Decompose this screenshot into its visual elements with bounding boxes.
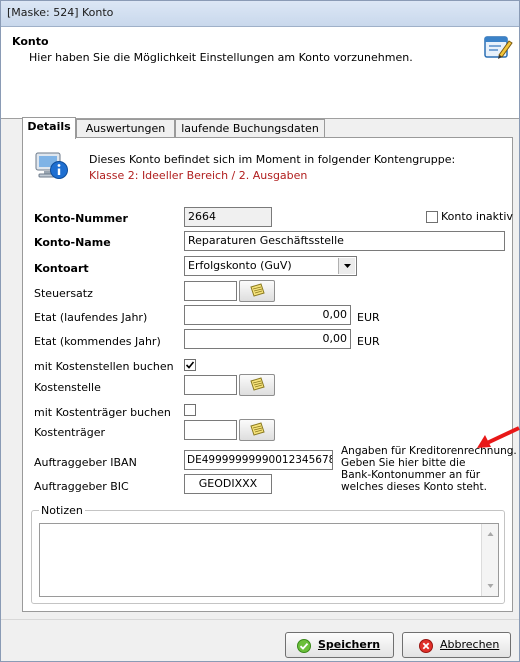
checkmark-icon — [185, 361, 195, 369]
tab-laufende-buchungsdaten-label: laufende Buchungsdaten — [181, 122, 319, 135]
save-button[interactable]: Speichern — [285, 632, 394, 658]
kostenstelle-picker-button[interactable] — [239, 374, 275, 396]
iban-field[interactable]: DE49999999990012345678 — [184, 450, 333, 470]
konto-name-label: Konto-Name — [34, 236, 111, 249]
tab-laufende-buchungsdaten[interactable]: laufende Buchungsdaten — [175, 119, 325, 139]
close-circle-icon — [419, 639, 433, 653]
notepad-icon — [250, 422, 265, 436]
kontoart-label: Kontoart — [34, 262, 89, 275]
konto-inaktiv-checkbox[interactable] — [426, 211, 438, 223]
mit-kostenstellen-label: mit Kostenstellen buchen — [34, 360, 174, 373]
etat-laufend-label: Etat (laufendes Jahr) — [34, 311, 148, 324]
kostenstelle-label: Kostenstelle — [34, 381, 101, 394]
kostentraeger-picker-button[interactable] — [239, 419, 275, 441]
etat-laufend-field[interactable]: 0,00 — [184, 305, 351, 325]
tab-details-label: Details — [27, 120, 71, 133]
cancel-button-label: Abbrechen — [440, 638, 500, 651]
etat-kommend-unit: EUR — [357, 335, 380, 348]
mit-kostenstellen-checkbox[interactable] — [184, 359, 196, 371]
tab-auswertungen[interactable]: Auswertungen — [76, 119, 175, 139]
konto-nummer-label: Konto-Nummer — [34, 212, 128, 225]
kontoart-select[interactable]: Erfolgskonto (GuV) — [184, 256, 357, 276]
iban-hint-line-2: Geben Sie hier bitte die — [341, 457, 466, 469]
iban-hint-line-3: Bank-Kontonummer an für — [341, 469, 481, 481]
computer-info-icon — [34, 149, 70, 183]
mit-kostentraeger-label: mit Kostenträger buchen — [34, 406, 171, 419]
steuersatz-picker-button[interactable] — [239, 280, 275, 302]
iban-label: Auftraggeber IBAN — [34, 456, 137, 469]
save-button-label: Speichern — [318, 638, 381, 651]
notizen-textarea[interactable] — [39, 523, 499, 597]
steuersatz-field[interactable] — [184, 281, 237, 301]
scroll-down-icon — [487, 584, 494, 588]
header-title: Konto — [12, 35, 49, 48]
edit-window-icon — [483, 33, 513, 61]
kontengruppe-text: Klasse 2: Ideeller Bereich / 2. Ausgaben — [89, 169, 308, 182]
info-text: Dieses Konto befindet sich im Moment in … — [89, 153, 456, 166]
kostenstelle-field[interactable] — [184, 375, 237, 395]
title-bar[interactable]: [Maske: 524] Konto — [1, 1, 519, 27]
steuersatz-label: Steuersatz — [34, 287, 93, 300]
kontoart-value: Erfolgskonto (GuV) — [188, 259, 292, 272]
notepad-icon — [250, 377, 265, 391]
notizen-label: Notizen — [39, 504, 85, 517]
window-title: [Maske: 524] Konto — [7, 6, 114, 19]
kostentraeger-label: Kostenträger — [34, 426, 106, 439]
konto-name-field[interactable]: Reparaturen Geschäftsstelle — [184, 231, 505, 251]
dialog-header: Konto Hier haben Sie die Möglichkeit Ein… — [1, 27, 519, 119]
bic-label: Auftraggeber BIC — [34, 480, 129, 493]
check-circle-icon — [297, 639, 311, 653]
red-arrow-icon — [475, 425, 520, 451]
konto-nummer-field[interactable]: 2664 — [184, 207, 272, 227]
iban-hint-line-4: welches dieses Konto steht. — [341, 481, 487, 493]
footer-divider — [1, 619, 519, 620]
etat-kommend-label: Etat (kommendes Jahr) — [34, 335, 161, 348]
konto-inaktiv-label: Konto inaktiv — [441, 210, 513, 223]
etat-laufend-unit: EUR — [357, 311, 380, 324]
notizen-scrollbar[interactable] — [481, 524, 498, 596]
tab-details[interactable]: Details — [22, 117, 76, 139]
etat-kommend-field[interactable]: 0,00 — [184, 329, 351, 349]
tab-auswertungen-label: Auswertungen — [85, 122, 166, 135]
notepad-icon — [250, 283, 265, 297]
kostentraeger-field[interactable] — [184, 420, 237, 440]
cancel-button[interactable]: Abbrechen — [402, 632, 511, 658]
dialog-window: [Maske: 524] Konto Konto Hier haben Sie … — [0, 0, 520, 662]
header-subtitle: Hier haben Sie die Möglichkeit Einstellu… — [29, 51, 413, 64]
mit-kostentraeger-checkbox[interactable] — [184, 404, 196, 416]
chevron-down-icon[interactable] — [338, 258, 355, 274]
scroll-up-icon — [487, 532, 494, 536]
bic-field[interactable]: GEODIXXX — [184, 474, 272, 494]
